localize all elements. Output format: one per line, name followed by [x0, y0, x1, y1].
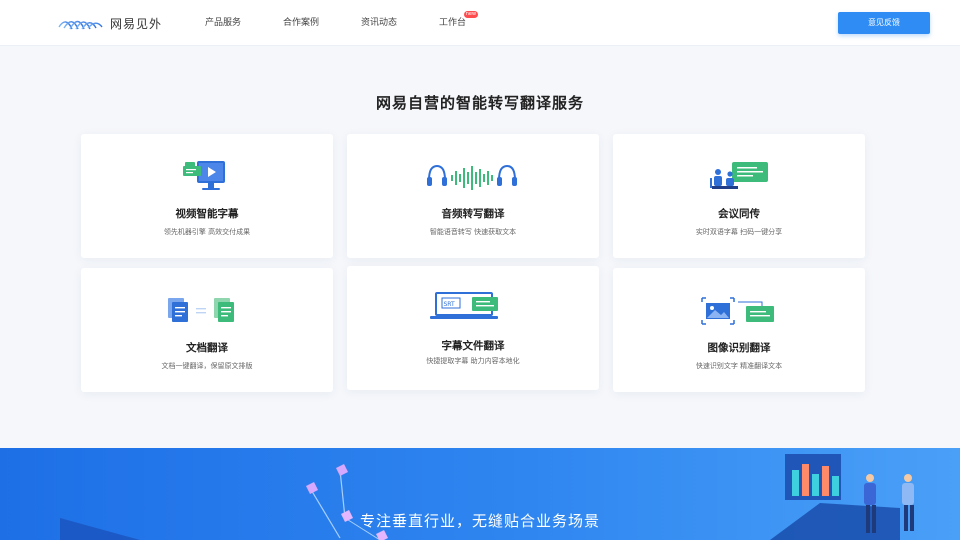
top-header: 网易见外 产品服务 合作案例 资讯动态 工作台 new 意见反馈 — [0, 0, 960, 46]
card-desc: 快捷提取字幕 助力内容本地化 — [426, 357, 520, 365]
srt-laptop-icon: SRT — [347, 290, 599, 324]
card-document-translate[interactable]: 文档翻译 文档一键翻译，保留原文排版 — [81, 268, 333, 392]
headphones-waveform-icon — [347, 160, 599, 194]
industry-banner: 专注垂直行业，无缝贴合业务场景 — [0, 448, 960, 540]
card-desc: 实时双语字幕 扫码一键分享 — [695, 228, 783, 236]
logo-wave-icon — [58, 20, 103, 30]
logo[interactable]: 网易见外 — [58, 13, 162, 33]
section-title: 网易自营的智能转写翻译服务 — [375, 94, 584, 112]
card-desc: 文档一键翻译，保留原文排版 — [161, 362, 253, 370]
card-image-ocr-translate[interactable]: 图像识别翻译 快速识别文字 精准翻译文本 — [613, 268, 865, 392]
video-monitor-icon — [81, 160, 333, 194]
svg-text:SRT: SRT — [444, 301, 456, 308]
card-audio-transcribe[interactable]: 音频转写翻译 智能语音转写 快速获取文本 — [347, 134, 599, 258]
logo-text: 网易见外 — [110, 16, 163, 31]
nav-workbench-label: 工作台 — [439, 18, 467, 28]
card-desc: 智能语音转写 快速获取文本 — [429, 228, 517, 236]
nav-workbench[interactable]: 工作台 new — [439, 0, 479, 46]
card-title: 音频转写翻译 — [441, 208, 505, 220]
nav-products[interactable]: 产品服务 — [205, 0, 241, 46]
card-title: 文档翻译 — [186, 342, 228, 354]
banner-title: 专注垂直行业，无缝贴合业务场景 — [359, 512, 600, 530]
image-scan-icon — [613, 294, 865, 328]
conference-speakers-icon — [613, 160, 865, 194]
card-desc: 领先机器引擎 高效交付成果 — [163, 228, 251, 236]
card-subtitle-file-translate[interactable]: SRT 字幕文件翻译 快捷提取字幕 助力内容本地化 — [347, 266, 599, 390]
card-video-subtitle[interactable]: 视频智能字幕 领先机器引擎 高效交付成果 — [81, 134, 333, 258]
nav-cases-label: 合作案例 — [283, 18, 320, 28]
card-desc: 快速识别文字 精准翻译文本 — [695, 362, 783, 370]
nav-news-label: 资讯动态 — [361, 18, 398, 28]
card-title: 视频智能字幕 — [175, 208, 239, 220]
card-title: 图像识别翻译 — [707, 342, 771, 354]
card-conference-interpret[interactable]: 会议同传 实时双语字幕 扫码一键分享 — [613, 134, 865, 258]
main-nav: 产品服务 合作案例 资讯动态 工作台 new — [205, 0, 479, 46]
nav-news[interactable]: 资讯动态 — [361, 0, 397, 46]
nav-products-label: 产品服务 — [205, 18, 242, 28]
document-translate-icon — [81, 294, 333, 328]
feedback-button[interactable]: 意见反馈 — [838, 12, 930, 34]
card-title: 字幕文件翻译 — [441, 340, 505, 352]
nav-cases[interactable]: 合作案例 — [283, 0, 319, 46]
card-title: 会议同传 — [718, 208, 760, 220]
new-badge: new — [463, 11, 479, 18]
